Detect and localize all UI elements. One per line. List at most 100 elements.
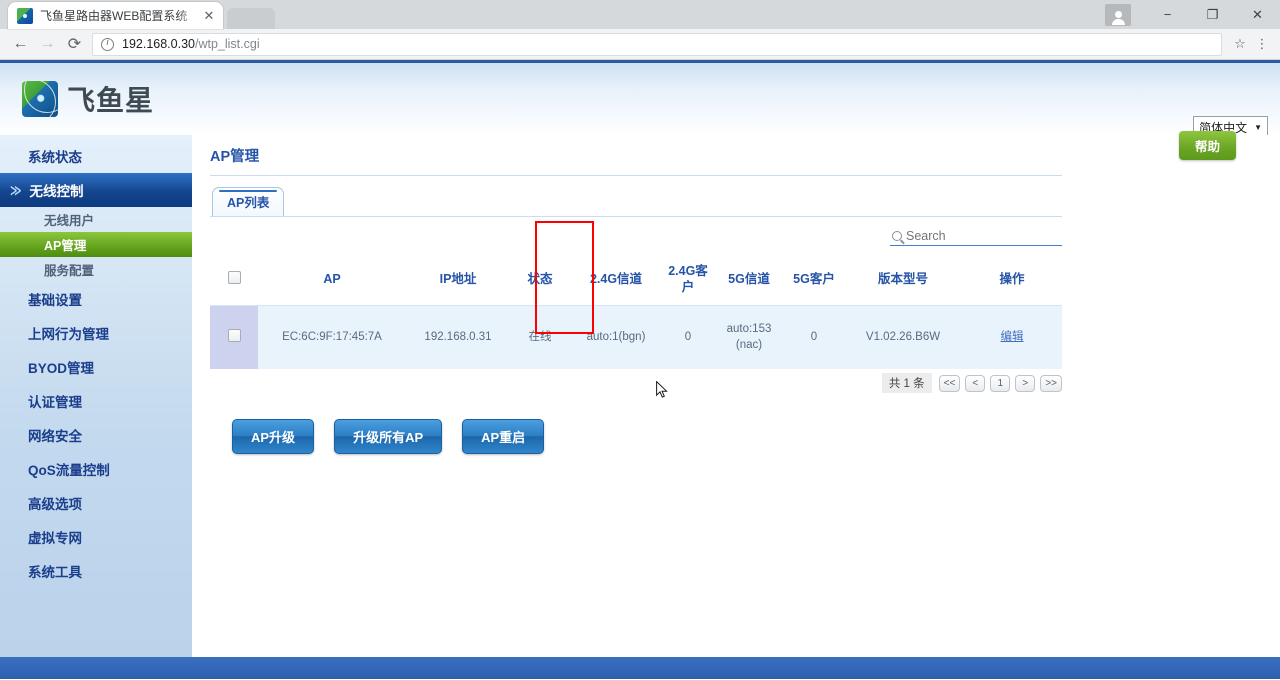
footer-bar: [0, 657, 1280, 679]
search-input[interactable]: [904, 229, 1062, 243]
url-path: /wtp_list.cgi: [195, 37, 260, 51]
app-body: 系统状态 ≫ 无线控制 无线用户 AP管理 服务配置 基础设置 上网行为管理 B…: [0, 131, 1280, 679]
pagination-page-1[interactable]: 1: [990, 374, 1011, 392]
browser-tabstrip: 飞鱼星路由器WEB配置系统 ✕ − ❐ ✕: [0, 0, 1280, 29]
column-header-action: 操作: [999, 271, 1025, 286]
cell-action: 编辑: [962, 306, 1062, 370]
sidebar-item-label: 认证管理: [28, 395, 82, 410]
sidebar-item-label: 基础设置: [28, 293, 82, 308]
sidebar-item-internet-behavior[interactable]: 上网行为管理: [0, 316, 192, 350]
bookmark-star-icon[interactable]: ☆: [1229, 36, 1251, 52]
url-host: 192.168.0.30: [122, 37, 195, 51]
sidebar-item-advanced-options[interactable]: 高级选项: [0, 486, 192, 520]
back-icon[interactable]: ←: [7, 31, 34, 58]
search-box[interactable]: [890, 229, 1062, 246]
sidebar-item-basic-settings[interactable]: 基础设置: [0, 282, 192, 316]
ap-restart-button[interactable]: AP重启: [462, 419, 545, 455]
page-title: AP管理: [210, 149, 260, 165]
cell-channel-24g: auto:1(bgn): [586, 331, 646, 343]
cell-ip: 192.168.0.31: [424, 331, 492, 343]
column-header-channel-5g: 5G信道: [728, 271, 770, 286]
brand-name: 飞鱼星: [67, 84, 155, 117]
browser-tab-title: 飞鱼星路由器WEB配置系统: [40, 9, 188, 23]
sidebar-item-label: 系统状态: [28, 150, 82, 165]
pagination-prev-button[interactable]: <: [965, 374, 986, 392]
tab-bar: AP列表: [210, 187, 1266, 216]
sidebar-item-system-status[interactable]: 系统状态: [0, 139, 192, 173]
favicon-icon: [17, 7, 33, 24]
window-controls: − ❐ ✕: [1105, 0, 1280, 29]
pagination: 共 1 条 << < 1 > >>: [210, 373, 1062, 394]
sidebar-item-label: 无线控制: [29, 184, 84, 199]
ap-upgrade-button[interactable]: AP升级: [232, 419, 315, 455]
reload-icon[interactable]: ⟳: [61, 31, 88, 58]
sidebar-item-ap-management[interactable]: AP管理: [0, 232, 192, 257]
cell-status: 在线: [528, 331, 552, 343]
cell-clients-5g: 0: [810, 331, 818, 343]
tab-ap-list[interactable]: AP列表: [212, 187, 285, 216]
select-all-header: [210, 254, 258, 306]
address-bar[interactable]: 192.168.0.30/wtp_list.cgi: [92, 32, 1222, 56]
edit-link[interactable]: 编辑: [1001, 331, 1024, 343]
sidebar-item-wireless-control[interactable]: ≫ 无线控制: [0, 173, 192, 207]
main-content: 帮助 AP管理 AP列表 Search AP IP地址 状态 2.4G信道 2.…: [192, 131, 1280, 679]
sidebar-item-label: 无线用户: [44, 214, 95, 228]
close-tab-icon[interactable]: ✕: [201, 8, 217, 24]
minimize-button[interactable]: −: [1145, 0, 1190, 29]
browser-menu-icon[interactable]: ⋮: [1251, 37, 1273, 50]
upgrade-all-ap-button[interactable]: 升级所有AP: [334, 419, 443, 455]
app-root: 飞鱼星 简体中文 ▼ 系统状态 ≫ 无线控制 无线用户 AP管理 服务配置 基础…: [0, 60, 1280, 679]
browser-tab[interactable]: 飞鱼星路由器WEB配置系统 ✕: [8, 2, 223, 29]
column-header-channel-24g: 2.4G信道: [589, 271, 643, 286]
browser-toolbar: ← → ⟳ 192.168.0.30/wtp_list.cgi ☆ ⋮: [0, 29, 1280, 60]
pagination-next-button[interactable]: >: [1015, 374, 1036, 392]
sidebar: 系统状态 ≫ 无线控制 无线用户 AP管理 服务配置 基础设置 上网行为管理 B…: [0, 135, 192, 679]
sidebar-item-auth-management[interactable]: 认证管理: [0, 384, 192, 418]
help-button[interactable]: 帮助: [1178, 131, 1236, 160]
search-row: [210, 229, 1062, 246]
sidebar-item-label: 系统工具: [28, 565, 82, 580]
title-divider: [210, 175, 1062, 176]
sidebar-item-network-security[interactable]: 网络安全: [0, 418, 192, 452]
tab-bar-divider: [210, 216, 1062, 217]
column-header-version: 版本型号: [877, 271, 928, 286]
cell-version: V1.02.26.B6W: [865, 331, 941, 343]
address-bar-url: 192.168.0.30/wtp_list.cgi: [122, 37, 260, 51]
browser-chrome: 飞鱼星路由器WEB配置系统 ✕ − ❐ ✕ ← → ⟳ 192.168.0.30…: [0, 0, 1280, 60]
sidebar-item-byod[interactable]: BYOD管理: [0, 350, 192, 384]
cell-channel-5g: auto:153 (nac): [726, 323, 772, 351]
row-select-cell: [210, 305, 258, 370]
chevron-down-icon: ≫: [10, 183, 22, 199]
sidebar-item-service-config[interactable]: 服务配置: [0, 257, 192, 282]
pagination-total: 共 1 条: [881, 373, 932, 394]
sidebar-item-vpn[interactable]: 虚拟专网: [0, 520, 192, 554]
forward-icon[interactable]: →: [34, 31, 61, 58]
column-header-ap: AP: [323, 271, 341, 286]
new-tab-button[interactable]: [227, 8, 275, 29]
sidebar-item-label: QoS流量控制: [28, 463, 110, 478]
ap-table: AP IP地址 状态 2.4G信道 2.4G客户 5G信道 5G客户 版本型号 …: [210, 254, 1062, 370]
sidebar-item-qos[interactable]: QoS流量控制: [0, 452, 192, 486]
brand-logo: 飞鱼星: [22, 79, 154, 119]
logo-icon: [22, 81, 58, 117]
site-info-icon[interactable]: [101, 37, 114, 51]
sidebar-item-label: 网络安全: [28, 429, 82, 444]
app-header: 飞鱼星 简体中文 ▼: [0, 60, 1280, 139]
sidebar-item-label: 上网行为管理: [28, 327, 109, 342]
action-buttons: AP升级 升级所有AP AP重启: [210, 419, 1266, 455]
pagination-last-button[interactable]: >>: [1040, 374, 1062, 392]
sidebar-item-wireless-users[interactable]: 无线用户: [0, 207, 192, 232]
sidebar-item-label: 服务配置: [44, 264, 95, 278]
maximize-button[interactable]: ❐: [1190, 0, 1235, 29]
table-header-row: AP IP地址 状态 2.4G信道 2.4G客户 5G信道 5G客户 版本型号 …: [210, 254, 1062, 306]
sidebar-item-system-tools[interactable]: 系统工具: [0, 554, 192, 588]
select-all-checkbox[interactable]: [227, 270, 241, 284]
profile-icon[interactable]: [1105, 3, 1131, 26]
close-window-button[interactable]: ✕: [1235, 0, 1280, 29]
pagination-first-button[interactable]: <<: [938, 374, 961, 392]
row-checkbox[interactable]: [227, 328, 241, 342]
sidebar-item-label: AP管理: [44, 239, 87, 253]
column-header-clients-24g: 2.4G客户: [668, 264, 708, 294]
cell-clients-24g: 0: [684, 331, 692, 343]
chevron-down-icon: ▼: [1254, 123, 1262, 132]
